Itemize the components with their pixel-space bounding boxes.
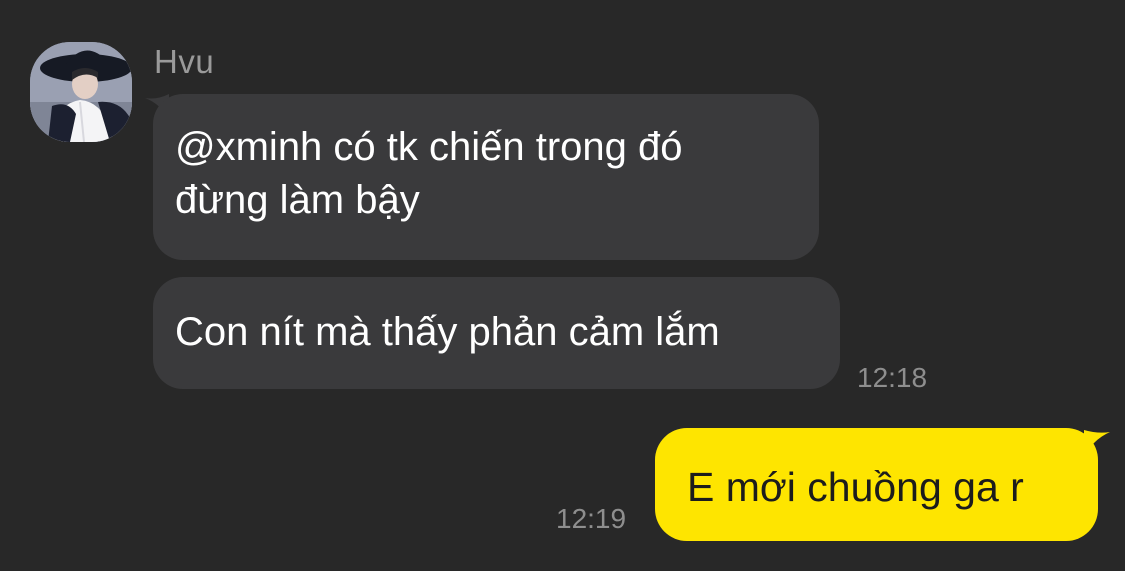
incoming-message-bubble[interactable]: Con nít mà thấy phản cảm lắm <box>153 277 840 389</box>
avatar-image <box>30 42 132 142</box>
message-text-line: @xminh có tk chiến trong đó <box>175 125 683 169</box>
message-text-line: đừng làm bậy <box>175 178 420 222</box>
message-text: Con nít mà thấy phản cảm lắm <box>175 310 720 354</box>
sender-avatar[interactable] <box>30 42 132 142</box>
sender-name: Hvu <box>154 43 215 80</box>
message-timestamp: 12:19 <box>556 503 627 534</box>
outgoing-message-bubble[interactable]: E mới chuồng ga r <box>655 428 1098 541</box>
incoming-message-bubble[interactable]: @xminh có tk chiến trong đó đừng làm bậy <box>153 94 819 260</box>
message-timestamp: 12:18 <box>857 362 928 393</box>
message-text: E mới chuồng ga r <box>687 464 1024 510</box>
outgoing-bubble-tail <box>1084 430 1110 458</box>
